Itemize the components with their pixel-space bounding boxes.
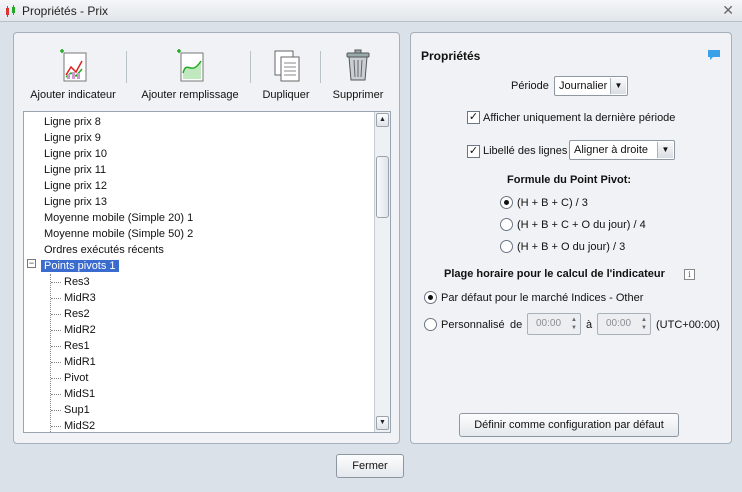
formula-radio-hbc[interactable]	[500, 196, 513, 209]
add-indicator-button[interactable]: Ajouter indicateur	[28, 47, 118, 107]
tree-child-item[interactable]: MidR3	[64, 290, 96, 306]
add-fill-button[interactable]: Ajouter remplissage	[140, 47, 240, 107]
spinner-arrows-icon: ▲ ▼	[571, 317, 577, 331]
custom-label: Personnalisé	[441, 319, 505, 331]
tree-item[interactable]: Ligne prix 9	[44, 130, 101, 146]
line-labels-checkbox[interactable]: ✓	[467, 145, 480, 158]
add-indicator-icon	[60, 49, 87, 82]
collapse-toggle-icon[interactable]: −	[27, 259, 36, 268]
tree-item[interactable]: Moyenne mobile (Simple 20) 1	[44, 210, 193, 226]
tree-child-item[interactable]: MidR1	[64, 354, 96, 370]
chevron-down-icon: ▼	[657, 142, 673, 158]
window-title: Propriétés - Prix	[22, 4, 109, 18]
tree-item[interactable]: Ligne prix 10	[44, 146, 107, 162]
formula-radio-hbco[interactable]	[500, 218, 513, 231]
line-labels-label: Libellé des lignes	[483, 145, 568, 157]
to-label: à	[586, 319, 593, 331]
info-icon[interactable]: i	[684, 269, 695, 280]
formula-option-label: (H + B + C) / 3	[517, 197, 588, 209]
scroll-up-icon[interactable]: ▲	[376, 113, 389, 127]
last-period-checkbox[interactable]: ✓	[467, 111, 480, 124]
tree-child-item[interactable]: Res2	[64, 306, 90, 322]
elements-tree[interactable]: Ligne prix 8 Ligne prix 9 Ligne prix 10 …	[23, 111, 391, 433]
tree-item[interactable]: Ligne prix 8	[44, 114, 101, 130]
formula-heading: Formule du Point Pivot:	[507, 174, 632, 186]
tree-child-item[interactable]: Res3	[64, 274, 90, 290]
tree-child-item[interactable]: MidR2	[64, 322, 96, 338]
properties-panel: Propriétés Période Journalier ▼ ✓ Affich…	[410, 32, 732, 444]
tree-item[interactable]: Ordres exécutés récents	[44, 242, 164, 258]
tree-item[interactable]: Moyenne mobile (Simple 50) 2	[44, 226, 193, 242]
properties-title: Propriétés	[421, 49, 481, 63]
tree-child-item[interactable]: MidS2	[64, 418, 95, 432]
tree-scrollbar[interactable]: ▲ ▼	[374, 112, 390, 432]
elements-panel: Ajouter indicateur Ajouter remplissage D	[13, 32, 400, 444]
from-label: de	[510, 319, 523, 331]
scroll-down-icon[interactable]: ▼	[376, 416, 389, 430]
last-period-label: Afficher uniquement la dernière période	[483, 112, 676, 124]
tree-child-item[interactable]: MidS1	[64, 386, 95, 402]
tree-child-item[interactable]: Pivot	[64, 370, 88, 386]
background-strip	[0, 478, 742, 492]
toolbar-separator	[250, 51, 251, 83]
tree-child-item[interactable]: Res1	[64, 338, 90, 354]
line-labels-select[interactable]: Aligner à droite ▼	[569, 140, 675, 160]
delete-label: Supprimer	[332, 89, 384, 101]
close-button[interactable]: Fermer	[336, 454, 404, 478]
duplicate-label: Dupliquer	[262, 89, 310, 101]
period-label: Période	[511, 80, 549, 92]
trash-icon	[346, 49, 370, 81]
tree-item[interactable]: Ligne prix 11	[44, 162, 106, 178]
formula-option-label: (H + B + O du jour) / 3	[517, 241, 626, 253]
timezone-label: (UTC+00:00)	[656, 319, 720, 331]
delete-button[interactable]: Supprimer	[330, 47, 386, 107]
tree-item[interactable]: Ligne prix 13	[44, 194, 107, 210]
tree-item-selected[interactable]: Points pivots 1	[41, 258, 119, 274]
formula-option-label: (H + B + C + O du jour) / 4	[517, 219, 646, 231]
from-time-spinner[interactable]: 00:00 ▲ ▼	[527, 313, 581, 335]
spinner-arrows-icon: ▲ ▼	[641, 317, 647, 331]
tree-child-item[interactable]: Sup1	[64, 402, 90, 418]
default-market-label: Par défaut pour le marché Indices - Othe…	[441, 292, 644, 304]
formula-radio-hbo[interactable]	[500, 240, 513, 253]
default-market-radio[interactable]	[424, 291, 437, 304]
chevron-down-icon: ▼	[610, 78, 626, 94]
set-default-button[interactable]: Définir comme configuration par défaut	[459, 413, 679, 437]
help-chat-icon[interactable]	[707, 49, 721, 61]
add-indicator-label: Ajouter indicateur	[30, 89, 116, 101]
toolbar-separator	[126, 51, 127, 83]
tree-item[interactable]: Ligne prix 12	[44, 178, 107, 194]
custom-time-radio[interactable]	[424, 318, 437, 331]
to-time-spinner[interactable]: 00:00 ▲ ▼	[597, 313, 651, 335]
close-icon[interactable]: ✕	[722, 2, 734, 18]
timerange-heading: Plage horaire pour le calcul de l'indica…	[444, 268, 665, 280]
add-fill-label: Ajouter remplissage	[141, 89, 239, 101]
toolbar-separator	[320, 51, 321, 83]
add-fill-icon	[177, 49, 204, 82]
title-bar: Propriétés - Prix ✕	[0, 0, 742, 22]
scroll-thumb[interactable]	[376, 156, 389, 218]
duplicate-button[interactable]: Dupliquer	[258, 47, 314, 107]
candlestick-app-icon	[6, 5, 15, 17]
period-select[interactable]: Journalier ▼	[554, 76, 628, 96]
toolbar: Ajouter indicateur Ajouter remplissage D	[14, 33, 399, 111]
duplicate-icon	[274, 50, 300, 82]
